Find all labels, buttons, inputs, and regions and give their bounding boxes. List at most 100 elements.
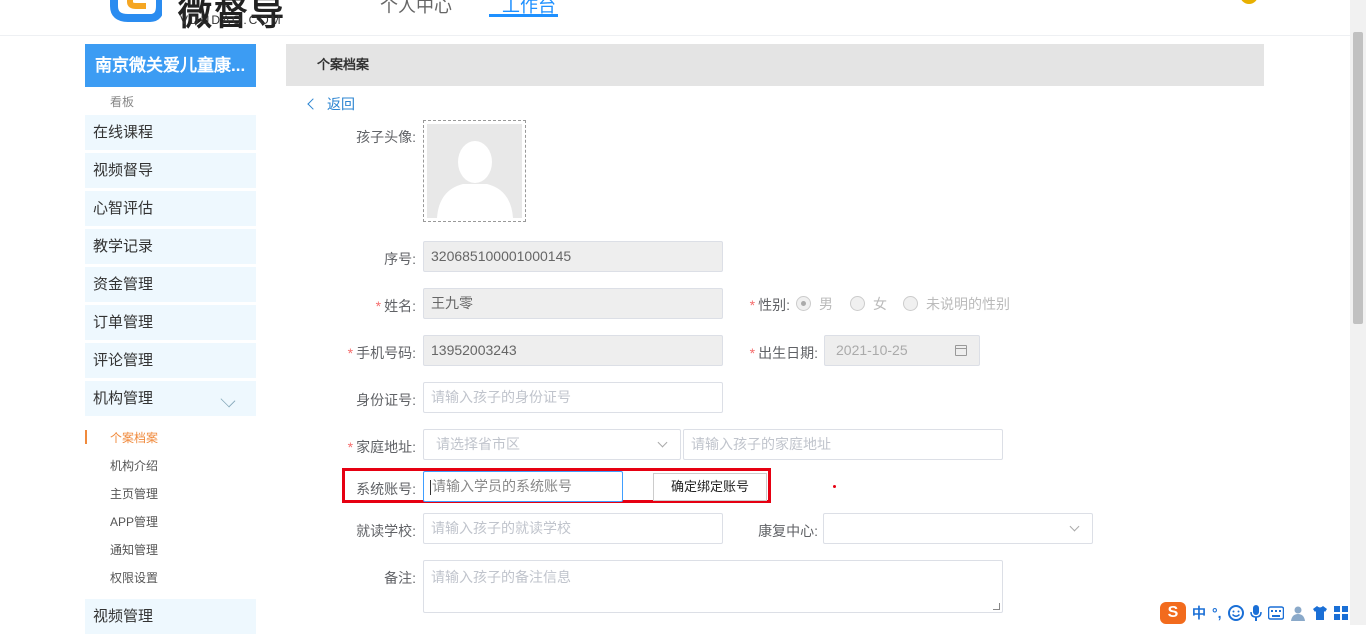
region-placeholder: 请选择省市区	[436, 436, 520, 452]
gender-radio-female[interactable]: 女	[850, 294, 887, 314]
avatar-upload[interactable]	[423, 120, 526, 222]
chevron-down-icon	[220, 392, 236, 408]
logo-icon	[110, 0, 162, 22]
back-link[interactable]: 返回	[307, 94, 355, 114]
sidebar-item-label: 心智评估	[93, 200, 154, 217]
sidebar-item-org-management[interactable]: 机构管理	[85, 381, 256, 416]
page-scrollbar[interactable]	[1350, 0, 1366, 625]
address-label: 家庭地址:	[356, 439, 416, 455]
logo-subtitle: VDUDAO.COM	[180, 13, 283, 27]
org-title[interactable]: 南京微关爱儿童康...	[85, 44, 256, 87]
ime-logo-icon[interactable]: S	[1160, 601, 1186, 624]
sub-item-case-files[interactable]: 个案档案	[110, 429, 158, 446]
sidebar-item-label: 资金管理	[93, 276, 154, 293]
person-silhouette-icon	[437, 141, 513, 218]
phone-field[interactable]: 13952003243	[423, 335, 723, 366]
sidebar-item-label: 教学记录	[93, 238, 154, 255]
sidebar-item-mental-assessment[interactable]: 心智评估	[85, 191, 256, 226]
gender-radio-unspecified[interactable]: 未说明的性别	[903, 294, 1010, 314]
emoji-icon[interactable]	[1227, 604, 1244, 621]
ime-punct[interactable]: °,	[1212, 605, 1222, 621]
sidebar-item-comment-management[interactable]: 评论管理	[85, 343, 256, 378]
user-avatar[interactable]	[1240, 0, 1258, 4]
account-label: 系统账号:	[356, 481, 416, 497]
name-label: 姓名:	[384, 298, 416, 314]
avatar-label: 孩子头像:	[356, 129, 416, 145]
chevron-down-icon	[1069, 521, 1080, 532]
sidebar-item-video-supervision[interactable]: 视频督导	[85, 153, 256, 188]
active-sub-marker	[85, 430, 87, 444]
sidebar-item-online-courses[interactable]: 在线课程	[85, 115, 256, 150]
sidebar-item-fund-management[interactable]: 资金管理	[85, 267, 256, 302]
sub-item-org-intro[interactable]: 机构介绍	[110, 457, 158, 474]
scrollbar-thumb[interactable]	[1353, 32, 1363, 324]
bind-account-button[interactable]: 确定绑定账号	[653, 473, 767, 501]
microphone-icon[interactable]	[1249, 604, 1262, 621]
birth-date-value: 2021-10-25	[836, 342, 908, 358]
sub-item-app[interactable]: APP管理	[110, 513, 158, 530]
required-mark: *	[375, 298, 382, 314]
id-label: 身份证号:	[356, 392, 416, 408]
serial-label: 序号:	[384, 251, 416, 267]
sidebar-item-label: 视频督导	[93, 162, 154, 179]
radio-dot	[850, 296, 865, 311]
back-label: 返回	[327, 96, 355, 112]
account-placeholder: 请输入学员的系统账号	[432, 478, 572, 494]
avatar-placeholder	[427, 124, 522, 218]
chevron-left-icon	[307, 98, 319, 110]
serial-field[interactable]: 320685100001000145	[423, 241, 723, 272]
school-label: 就读学校:	[356, 523, 416, 539]
grid-menu-icon[interactable]	[1333, 605, 1348, 620]
system-account-input[interactable]: 请输入学员的系统账号	[423, 471, 623, 502]
required-mark: *	[347, 439, 354, 455]
name-label-wrap: * 姓名:	[330, 296, 416, 316]
gender-radio-male[interactable]: 男	[796, 294, 833, 314]
phone-label: 手机号码:	[356, 345, 416, 361]
address-label-wrap: * 家庭地址:	[330, 437, 416, 457]
keyboard-icon[interactable]	[1267, 605, 1284, 620]
sub-item-permissions[interactable]: 权限设置	[110, 569, 158, 586]
panel-title: 个案档案	[286, 44, 1264, 86]
center-label: 康复中心:	[758, 523, 818, 539]
phone-label-wrap: * 手机号码:	[330, 343, 416, 363]
gender-option-label: 未说明的性别	[926, 296, 1010, 312]
birth-label-wrap: * 出生日期:	[736, 343, 818, 363]
nav-personal-center[interactable]: 个人中心	[380, 0, 452, 18]
ime-mode[interactable]: 中	[1192, 603, 1206, 623]
radio-dot	[903, 296, 918, 311]
chevron-down-icon	[657, 437, 668, 448]
note-textarea[interactable]: 请输入孩子的备注信息	[423, 560, 1003, 613]
skin-shirt-icon[interactable]	[1312, 605, 1328, 621]
sidebar-item-video-management[interactable]: 视频管理	[85, 599, 256, 634]
nav-active-underline	[489, 14, 558, 17]
sub-item-homepage[interactable]: 主页管理	[110, 485, 158, 502]
rehab-center-select[interactable]	[823, 513, 1093, 544]
birth-label: 出生日期:	[758, 345, 818, 361]
gender-label: 性别:	[758, 297, 790, 313]
note-placeholder: 请输入孩子的备注信息	[431, 569, 571, 585]
sub-item-notifications[interactable]: 通知管理	[110, 541, 158, 558]
sidebar-item-label: 在线课程	[93, 124, 154, 141]
name-field[interactable]: 王九零	[423, 288, 723, 319]
red-dot-marker	[833, 485, 836, 488]
calendar-icon	[955, 345, 967, 356]
required-mark: *	[749, 297, 756, 313]
region-select[interactable]: 请选择省市区	[423, 429, 681, 460]
sidebar-item-label: 视频管理	[93, 608, 154, 625]
gender-option-label: 女	[873, 296, 887, 312]
required-mark: *	[347, 345, 354, 361]
sidebar-item-order-management[interactable]: 订单管理	[85, 305, 256, 340]
birth-date-field[interactable]: 2021-10-25	[824, 335, 980, 366]
sidebar-item-dashboard[interactable]: 看板	[110, 93, 134, 110]
top-header: 微督导 VDUDAO.COM 个人中心 工作台	[0, 0, 1350, 36]
school-input[interactable]: 请输入孩子的就读学校	[423, 513, 723, 544]
id-number-input[interactable]: 请输入孩子的身份证号	[423, 382, 723, 413]
gender-label-wrap: * 性别:	[740, 295, 790, 315]
note-label: 备注:	[384, 570, 416, 586]
sidebar-item-label: 订单管理	[93, 314, 154, 331]
user-tool-icon[interactable]	[1290, 605, 1306, 621]
sidebar-item-teaching-records[interactable]: 教学记录	[85, 229, 256, 264]
ime-toolbar: S 中 °,	[1160, 600, 1366, 625]
resize-handle-icon[interactable]	[993, 603, 1000, 610]
address-input[interactable]: 请输入孩子的家庭地址	[683, 429, 1003, 460]
